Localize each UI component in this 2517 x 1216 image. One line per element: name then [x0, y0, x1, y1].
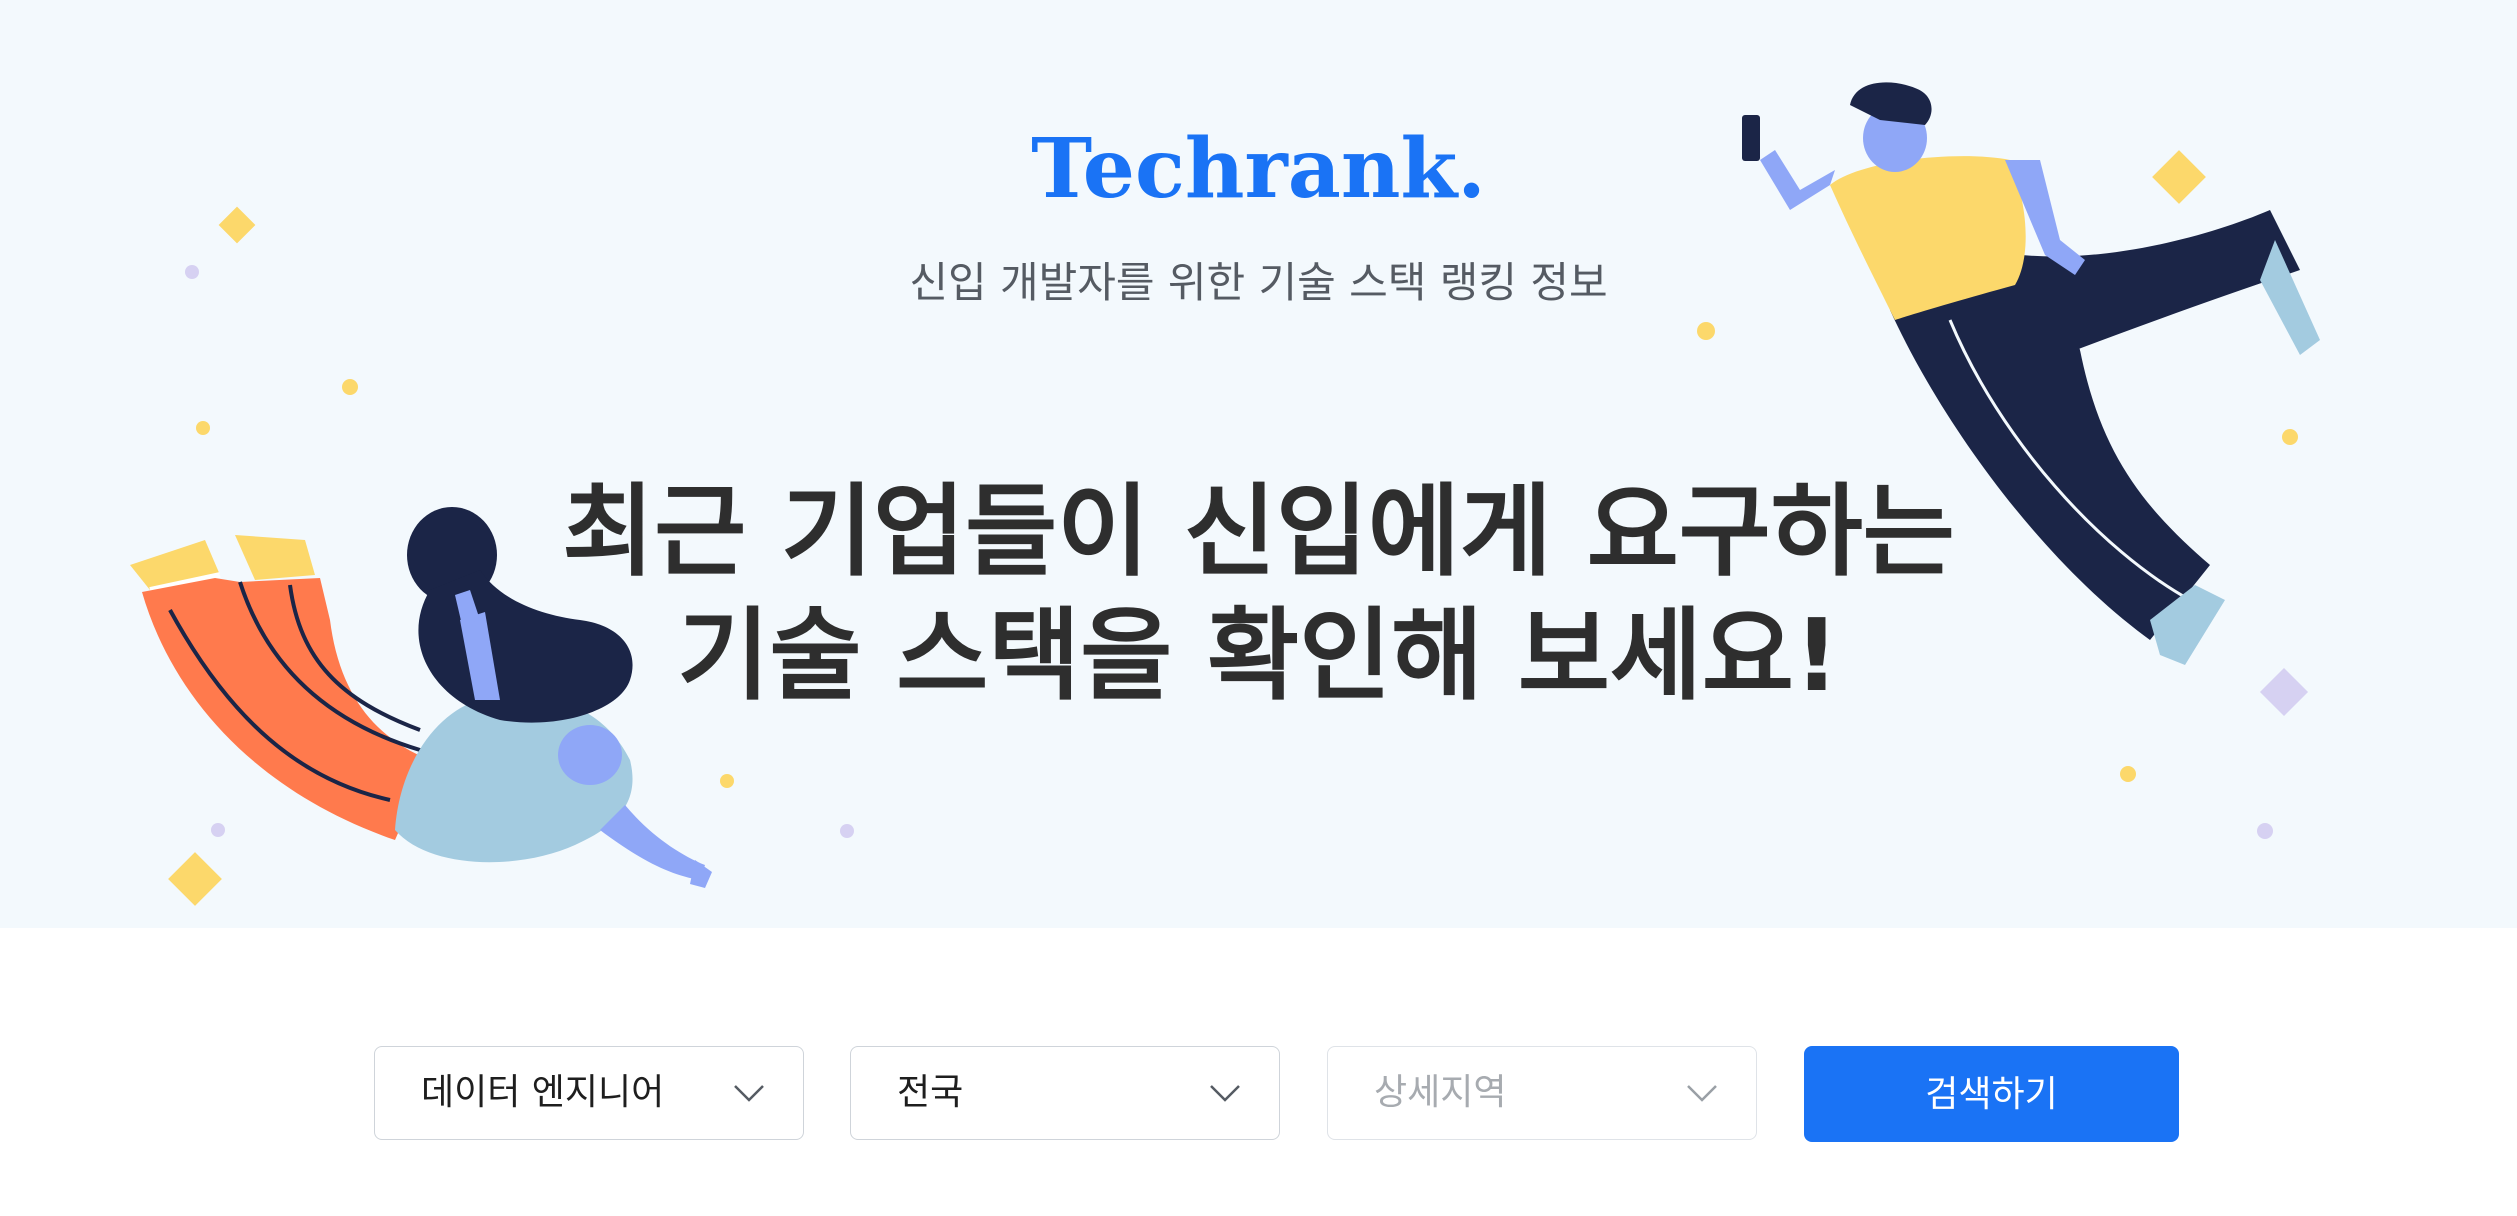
search-bar: 데이터 엔지니어 전국 상세지역 검색하기 — [374, 1046, 2179, 1142]
search-button[interactable]: 검색하기 — [1804, 1046, 2179, 1142]
headline-line-2: 기술 스택을 확인해 보세요! — [677, 597, 1840, 714]
chevron-down-icon — [734, 1085, 764, 1102]
chevron-down-icon — [1687, 1085, 1717, 1102]
region-select-value: 전국 — [897, 1072, 964, 1113]
job-select[interactable]: 데이터 엔지니어 — [374, 1046, 804, 1140]
hero-headline: 최근 기업들이 신입에게 요구하는 기술 스택을 확인해 보세요! — [0, 470, 2517, 718]
subregion-select[interactable]: 상세지역 — [1327, 1046, 1757, 1140]
subregion-select-placeholder: 상세지역 — [1374, 1072, 1507, 1113]
brand-logo[interactable]: Techrank. — [0, 128, 2517, 210]
job-select-value: 데이터 엔지니어 — [421, 1072, 665, 1113]
chevron-down-icon — [1210, 1085, 1240, 1102]
headline-line-1: 최근 기업들이 신입에게 요구하는 — [562, 473, 1955, 590]
hero-section: Techrank. 신입 개발자를 위한 기술 스택 랭킹 정보 최근 기업들이… — [0, 0, 2517, 928]
tagline: 신입 개발자를 위한 기술 스택 랭킹 정보 — [909, 258, 1608, 307]
region-select[interactable]: 전국 — [850, 1046, 1280, 1140]
